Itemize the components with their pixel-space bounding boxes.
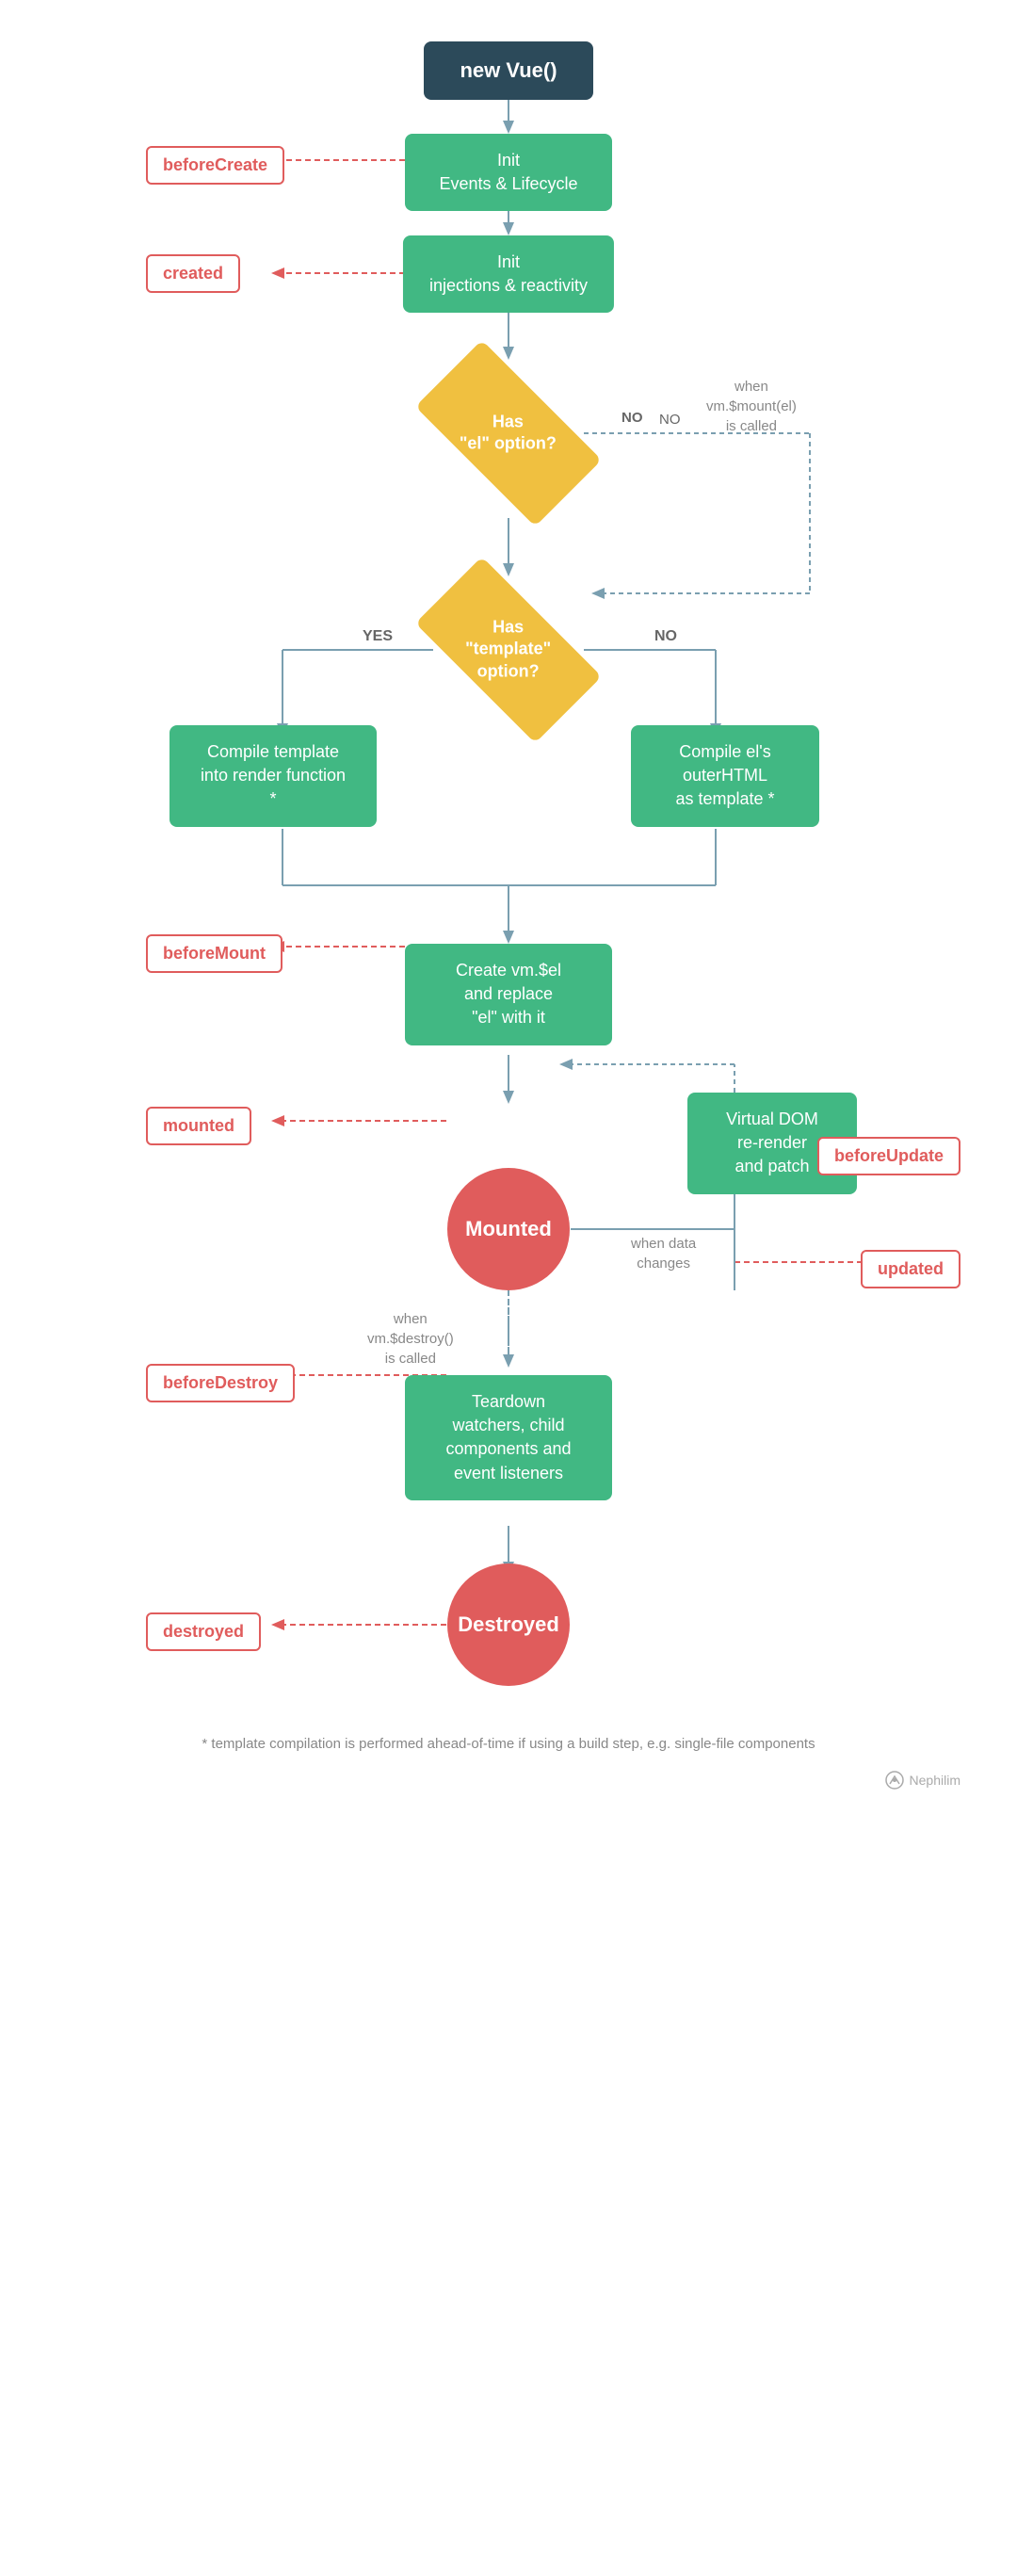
init-events-box: InitEvents & Lifecycle	[405, 134, 612, 211]
created-hook: created	[146, 254, 240, 293]
before-update-hook: beforeUpdate	[817, 1137, 960, 1175]
destroyed-circle-wrap: Destroyed	[447, 1563, 570, 1686]
has-el-diamond: Has"el" option?	[415, 340, 602, 527]
mounted-circle-wrap: Mounted	[447, 1168, 570, 1290]
init-events-label: InitEvents & Lifecycle	[405, 134, 612, 211]
create-vm-box: Create vm.$eland replace"el" with it	[405, 944, 612, 1045]
brand-logo: Nephilim	[885, 1771, 960, 1790]
updated-hook: updated	[861, 1250, 960, 1288]
destroyed-hook: destroyed	[146, 1612, 261, 1651]
compile-el-box: Compile el'souterHTMLas template *	[631, 725, 819, 827]
destroyed-circle: Destroyed	[447, 1563, 570, 1686]
teardown-box: Teardownwatchers, childcomponents andeve…	[405, 1375, 612, 1500]
has-template-diamond: Has"template"option?	[415, 557, 602, 743]
mounted-hook: mounted	[146, 1107, 251, 1145]
has-el-diamond-wrap: Has"el" option?	[424, 348, 593, 518]
init-injections-box: Initinjections & reactivity	[403, 235, 614, 313]
has-template-diamond-wrap: Has"template"option?	[424, 565, 593, 735]
brand-icon	[885, 1771, 904, 1790]
mounted-circle: Mounted	[447, 1168, 570, 1290]
teardown-label: Teardownwatchers, childcomponents andeve…	[405, 1375, 612, 1500]
compile-template-box: Compile templateinto render function *	[170, 725, 377, 827]
before-mount-hook: beforeMount	[146, 934, 282, 973]
init-injections-label: Initinjections & reactivity	[403, 235, 614, 313]
diagram-container: YES NO NO	[0, 0, 1017, 1940]
when-data-changes-label: when datachanges	[631, 1234, 696, 1273]
has-el-no-label: NO	[622, 410, 643, 426]
compile-template-label: Compile templateinto render function *	[170, 725, 377, 827]
create-vm-label: Create vm.$eland replace"el" with it	[405, 944, 612, 1045]
vm-mount-label: whenvm.$mount(el)is called	[706, 377, 797, 436]
when-destroy-label: whenvm.$destroy()is called	[367, 1309, 454, 1369]
before-destroy-hook: beforeDestroy	[146, 1364, 295, 1402]
new-vue-label: new Vue()	[424, 41, 593, 100]
footnote: * template compilation is performed ahea…	[179, 1733, 838, 1756]
compile-el-label: Compile el'souterHTMLas template *	[631, 725, 819, 827]
before-create-hook: beforeCreate	[146, 146, 284, 185]
new-vue-box: new Vue()	[424, 41, 593, 100]
